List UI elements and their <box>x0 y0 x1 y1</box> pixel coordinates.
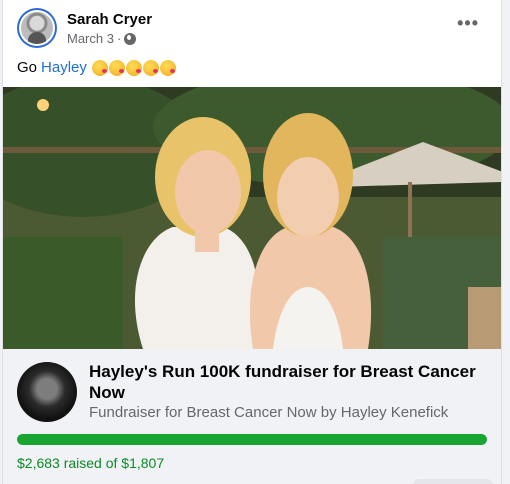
more-options-button[interactable]: ••• <box>457 14 479 32</box>
kissing-face-emoji-icon <box>91 59 108 76</box>
avatar-photo <box>21 12 53 44</box>
fundraiser-avatar[interactable] <box>17 362 77 422</box>
fundraiser-raised-amount: $2,683 raised of $1,807 <box>17 455 165 471</box>
post-header: Sarah Cryer March 3 · ••• <box>17 8 489 50</box>
post-date[interactable]: March 3 <box>67 31 114 46</box>
author-name[interactable]: Sarah Cryer <box>67 11 152 28</box>
photo-illustration <box>3 87 501 349</box>
fundraiser-progress-bar <box>17 434 487 445</box>
post-photo[interactable] <box>3 87 501 349</box>
fundraiser-title[interactable]: Hayley's Run 100K fundraiser for Breast … <box>89 361 489 403</box>
post-text: Go Hayley <box>17 59 176 76</box>
author-avatar[interactable] <box>17 8 57 48</box>
kissing-face-emoji-icon <box>159 59 176 76</box>
kissing-face-emoji-icon <box>108 59 125 76</box>
post-meta: March 3 · <box>67 31 137 46</box>
meta-separator: · <box>116 31 122 46</box>
donate-button[interactable] <box>413 479 493 484</box>
kissing-face-emoji-icon <box>125 59 142 76</box>
fundraiser-subtitle: Fundraiser for Breast Cancer Now by Hayl… <box>89 404 449 421</box>
fundraiser-progress-fill <box>17 434 487 445</box>
post-card: Sarah Cryer March 3 · ••• Go Hayley Hayl… <box>2 0 502 484</box>
kissing-face-emoji-icon <box>142 59 159 76</box>
fundraiser-attachment[interactable]: Hayley's Run 100K fundraiser for Breast … <box>3 349 501 484</box>
globe-icon <box>124 32 137 45</box>
emoji-group <box>91 59 176 76</box>
mention-link[interactable]: Hayley <box>41 59 87 76</box>
post-text-prefix: Go <box>17 59 38 76</box>
